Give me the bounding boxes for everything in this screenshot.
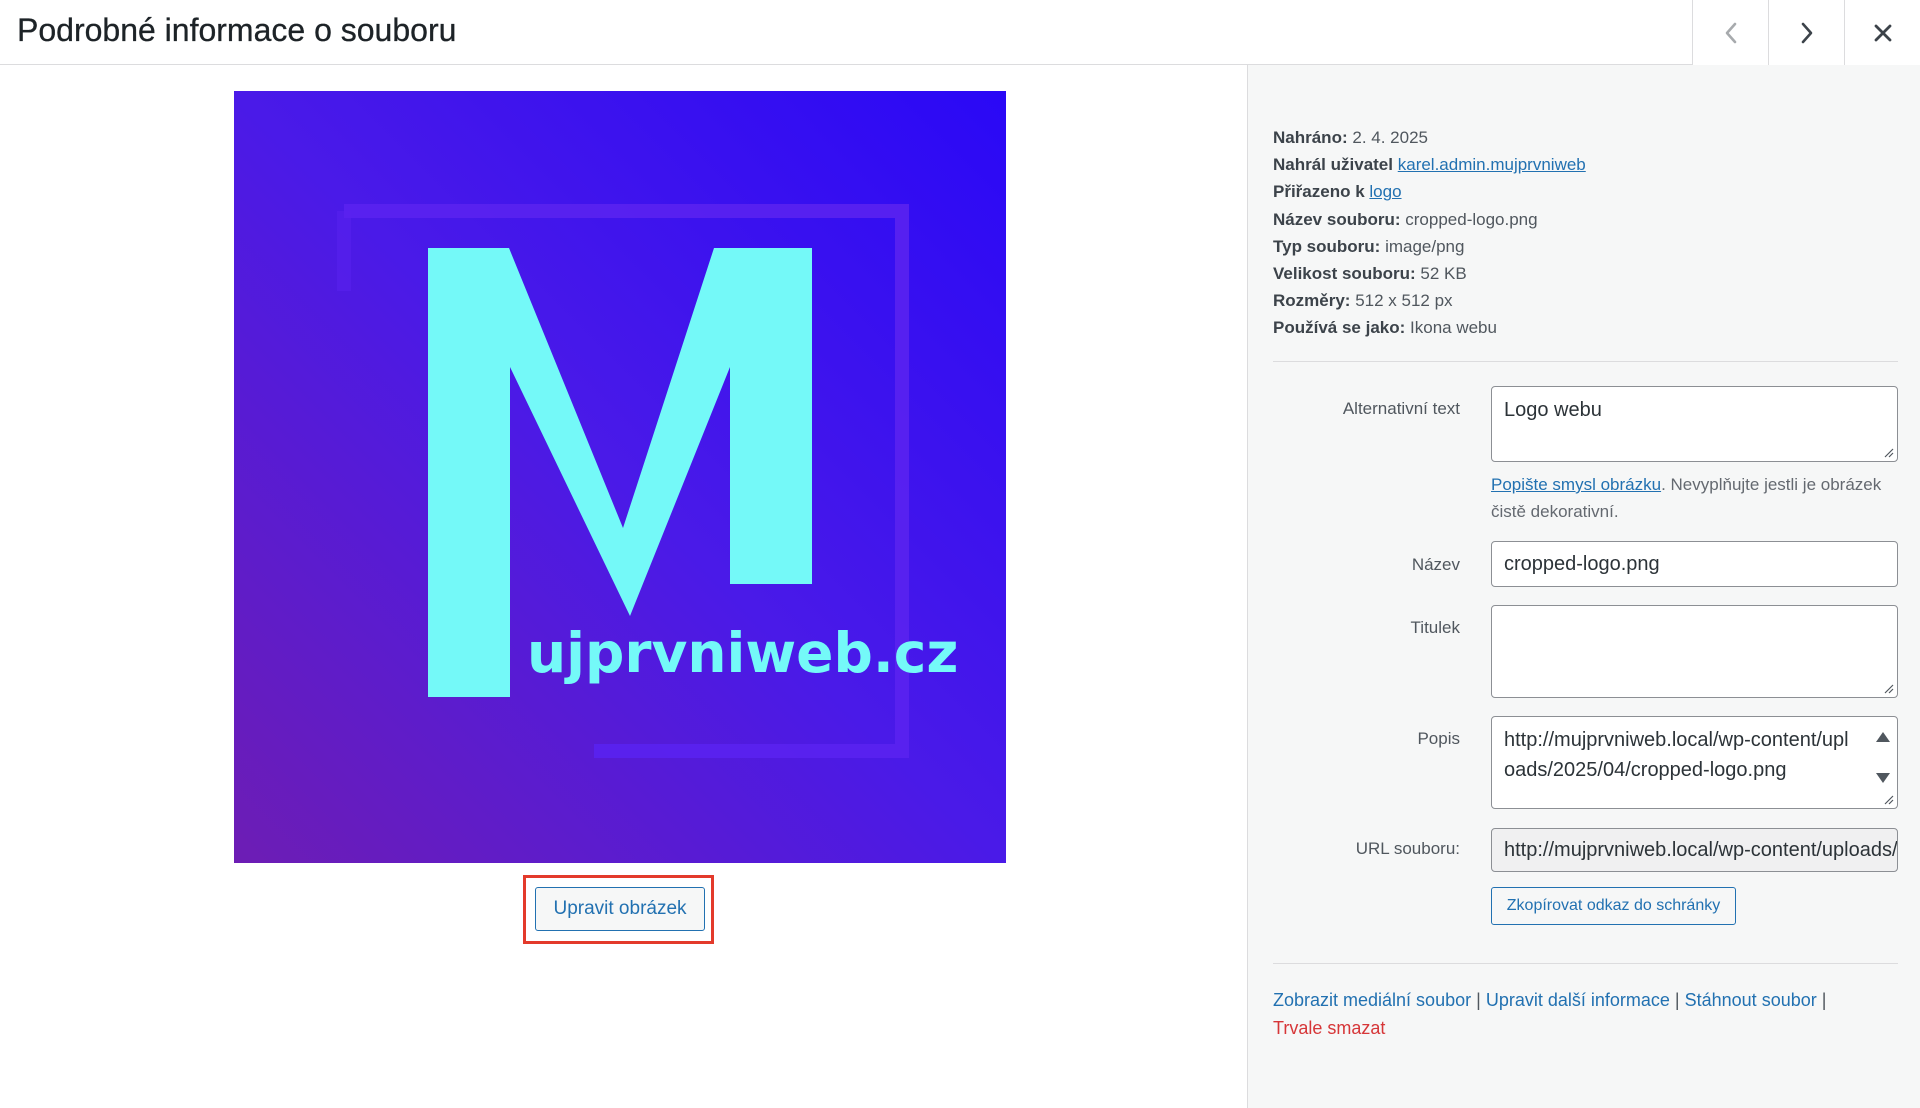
delete-permanently-link[interactable]: Trvale smazat (1273, 1018, 1385, 1038)
divider (1273, 361, 1898, 362)
file-url-label: URL souboru: (1355, 839, 1460, 858)
meta-used-as: Používá se jako: Ikona webu (1273, 318, 1497, 338)
modal-title: Podrobné informace o souboru (17, 12, 457, 48)
meta-dimensions: Rozměry: 512 x 512 px (1273, 291, 1453, 311)
meta-filename: Název souboru: cropped-logo.png (1273, 209, 1538, 229)
alt-text-field[interactable]: Logo webu (1491, 386, 1898, 462)
logo-wordmark: ujprvniweb.cz (527, 621, 958, 685)
alt-text-label: Alternativní text (1342, 399, 1460, 418)
scrollbar[interactable] (1875, 723, 1891, 794)
caption-label: Titulek (1410, 618, 1460, 637)
chevron-left-icon (1725, 22, 1736, 43)
chevron-right-icon (1801, 22, 1812, 43)
edit-image-button[interactable]: Upravit obrázek (535, 887, 705, 931)
uploader-link[interactable]: karel.admin.mujprvniweb (1398, 155, 1586, 174)
alt-text-help-link[interactable]: Popište smysl obrázku (1491, 475, 1661, 494)
meta-filesize: Velikost souboru: 52 KB (1273, 264, 1467, 284)
caption-field[interactable] (1491, 605, 1898, 698)
resize-handle-icon[interactable] (1882, 446, 1894, 458)
resize-handle-icon[interactable] (1882, 682, 1894, 694)
divider (1273, 963, 1898, 964)
edit-more-details-link[interactable]: Upravit další informace (1486, 990, 1670, 1010)
view-media-link[interactable]: Zobrazit mediální soubor (1273, 990, 1471, 1010)
meta-filetype: Typ souboru: image/png (1273, 236, 1465, 256)
close-button[interactable] (1844, 0, 1920, 65)
meta-uploader: Nahrál uživatel karel.admin.mujprvniweb (1273, 155, 1586, 175)
site-logo-image: ujprvniweb.cz (337, 204, 958, 758)
alt-text-help: Popište smysl obrázku. Nevyplňujte jestl… (1491, 475, 1882, 521)
copy-url-button[interactable]: Zkopírovat odkaz do schránky (1491, 887, 1736, 925)
previous-button[interactable] (1692, 0, 1768, 65)
attachment-actions: Zobrazit mediální soubor | Upravit další… (1273, 990, 1827, 1038)
image-preview: ujprvniweb.cz (234, 91, 1006, 863)
file-metadata: Nahráno: 2. 4. 2025 Nahrál uživatel kare… (1273, 124, 1873, 342)
next-button[interactable] (1768, 0, 1844, 65)
scroll-up-icon[interactable] (1875, 730, 1891, 744)
meta-uploaded: Nahráno: 2. 4. 2025 (1273, 128, 1428, 147)
description-field[interactable]: http://mujprvniweb.local/wp-content/uplo… (1491, 716, 1898, 809)
modal-header: Podrobné informace o souboru (0, 0, 1920, 65)
close-icon (1874, 24, 1891, 41)
file-url-field[interactable]: http://mujprvniweb.local/wp-content/uplo… (1491, 828, 1898, 872)
download-file-link[interactable]: Stáhnout soubor (1685, 990, 1817, 1010)
meta-attached: Přiřazeno k logo (1273, 182, 1402, 202)
title-label: Název (1411, 555, 1460, 574)
attached-to-link[interactable]: logo (1369, 182, 1401, 201)
resize-handle-icon[interactable] (1882, 793, 1894, 805)
description-label: Popis (1417, 729, 1460, 748)
scroll-down-icon[interactable] (1875, 771, 1891, 785)
title-field[interactable]: cropped-logo.png (1491, 541, 1898, 587)
